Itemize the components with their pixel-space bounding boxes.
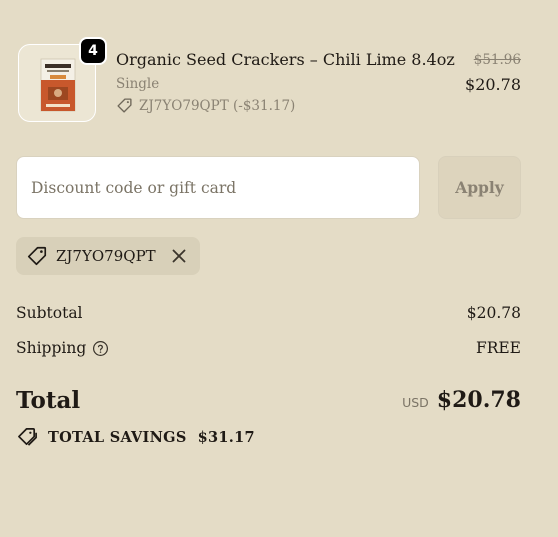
applied-code-chip: ZJ7YO79QPT [16, 237, 200, 275]
order-summary: 4 Organic Seed Crackers – Chili Lime 8.4… [0, 0, 558, 537]
shipping-value: FREE [475, 339, 521, 357]
item-price: $20.78 [465, 75, 521, 94]
line-item: 4 Organic Seed Crackers – Chili Lime 8.4… [18, 37, 521, 126]
apply-button[interactable]: Apply [438, 156, 521, 219]
total-row: Total USD $20.78 [16, 384, 521, 416]
tags-icon [18, 428, 37, 446]
help-circle-icon[interactable] [92, 340, 109, 357]
discount-code-input[interactable] [16, 156, 420, 219]
close-icon [172, 249, 186, 263]
savings-label: TOTAL SAVINGS [48, 429, 187, 446]
discount-form: Apply [16, 156, 521, 219]
total-value: $20.78 [436, 387, 521, 413]
subtotal-value: $20.78 [466, 304, 521, 322]
product-thumbnail: 4 [18, 37, 107, 122]
subtotal-row: Subtotal $20.78 [16, 302, 521, 324]
remove-code-button[interactable] [170, 247, 188, 265]
quantity-badge: 4 [79, 37, 107, 65]
shipping-label-group: Shipping [16, 339, 109, 357]
savings-value: $31.17 [197, 429, 255, 446]
product-title: Organic Seed Crackers – Chili Lime 8.4oz [116, 50, 455, 69]
total-amount: USD $20.78 [402, 387, 521, 413]
shipping-row: Shipping FREE [16, 337, 521, 359]
item-discount-code: ZJ7YO79QPT (-$31.17) [139, 97, 296, 114]
subtotal-label: Subtotal [16, 304, 83, 322]
product-variant: Single [116, 76, 160, 92]
item-discount: ZJ7YO79QPT (-$31.17) [116, 97, 295, 114]
total-label: Total [16, 386, 81, 414]
cracker-box-image [40, 58, 76, 112]
total-savings: TOTAL SAVINGS $31.17 [16, 427, 255, 448]
tag-icon [27, 246, 47, 266]
currency-code: USD [402, 395, 429, 410]
applied-code-label: ZJ7YO79QPT [56, 247, 156, 265]
compare-at-price: $51.96 [473, 52, 521, 68]
tag-icon [117, 98, 132, 113]
shipping-label: Shipping [16, 339, 87, 357]
